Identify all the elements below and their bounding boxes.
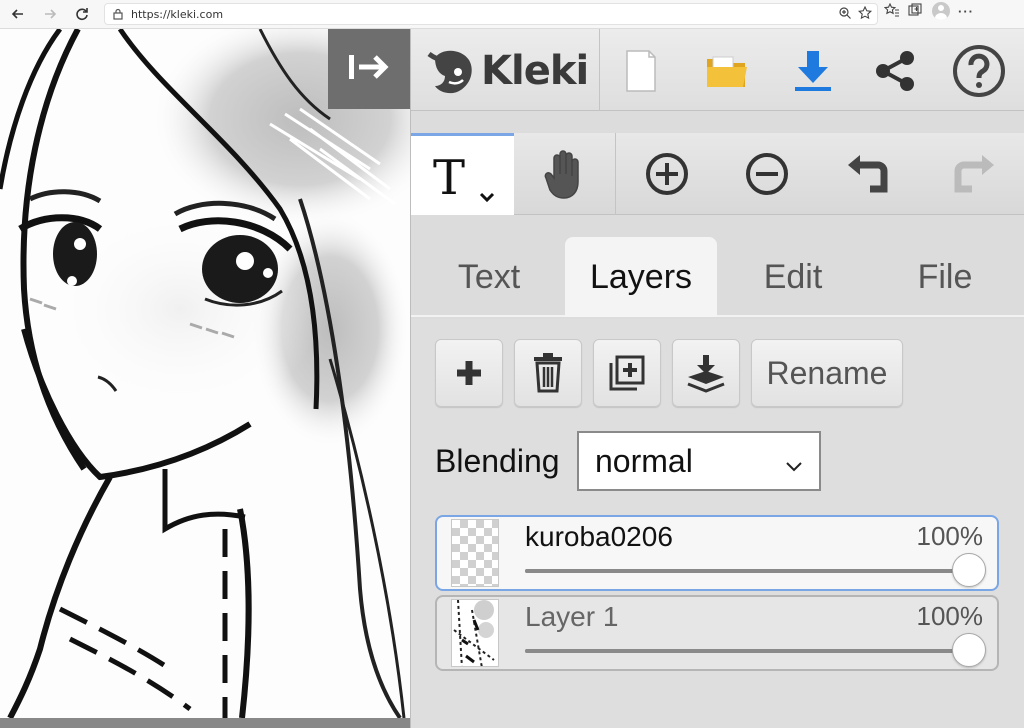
tab-text[interactable]: Text: [413, 237, 565, 317]
new-image-icon: [626, 50, 656, 92]
zoom-out-button[interactable]: [717, 133, 817, 215]
refresh-icon[interactable]: [66, 0, 98, 28]
tab-layers[interactable]: Layers: [565, 237, 717, 317]
toggle-panel-button[interactable]: [328, 29, 410, 109]
blending-value: normal: [595, 442, 693, 479]
layer-name: Layer 1: [525, 601, 619, 632]
app-name: Kleki: [481, 48, 589, 94]
tool-panel: Kleki T Text Layers Edit File Rename Ble…: [410, 29, 1024, 728]
forward-icon[interactable]: [34, 0, 66, 28]
opacity-fill: [525, 569, 969, 573]
tool-divider: [615, 133, 616, 215]
opacity-slider[interactable]: [525, 649, 969, 653]
back-icon[interactable]: [2, 0, 34, 28]
duplicate-layer-button[interactable]: [593, 339, 661, 407]
app-header: Kleki: [411, 29, 1024, 111]
chevron-down-icon: [783, 449, 805, 486]
rename-layer-button[interactable]: Rename: [751, 339, 903, 407]
hand-tool-icon: [544, 150, 579, 199]
undo-icon: [848, 155, 888, 193]
layers-panel: Rename Blending normal kuroba0206 100% L…: [411, 319, 1024, 728]
text-tool-button[interactable]: T: [411, 133, 514, 215]
merge-layer-button[interactable]: [672, 339, 740, 407]
undo-button[interactable]: [817, 133, 921, 215]
merge-down-icon: [687, 355, 725, 393]
download-button[interactable]: [783, 41, 843, 101]
lock-icon: [105, 8, 131, 20]
help-icon: [953, 45, 1005, 97]
layer-opacity: 100%: [916, 521, 984, 551]
tab-edit[interactable]: Edit: [717, 237, 869, 317]
tab-file[interactable]: File: [869, 237, 1021, 317]
add-layer-button[interactable]: [435, 339, 503, 407]
trash-icon: [534, 353, 562, 393]
zoom-in-icon: [646, 153, 688, 195]
header-divider: [599, 29, 600, 111]
favorites-icon[interactable]: [883, 2, 900, 20]
layer-thumbnail: [451, 599, 499, 667]
redo-button[interactable]: [921, 133, 1024, 215]
opacity-slider-knob[interactable]: [952, 553, 986, 587]
browser-toolbar: https://kleki.com ···: [0, 0, 1024, 29]
help-button[interactable]: [949, 41, 1009, 101]
url-text: https://kleki.com: [131, 7, 224, 21]
layer-name: kuroba0206: [525, 521, 673, 552]
blending-label: Blending: [435, 443, 560, 479]
profile-avatar[interactable]: [932, 2, 950, 20]
drawing-canvas[interactable]: [0, 29, 410, 718]
download-icon: [795, 51, 831, 91]
layer-thumbnail: [451, 519, 499, 587]
open-image-button[interactable]: [697, 41, 757, 101]
plus-icon: [457, 361, 481, 385]
zoom-out-icon: [746, 153, 788, 195]
app-logo: Kleki: [427, 41, 589, 101]
favorite-star-icon[interactable]: [857, 5, 873, 23]
opacity-fill: [525, 649, 969, 653]
share-button[interactable]: [865, 41, 925, 101]
tool-bar: T: [411, 133, 1024, 215]
canvas-scroll-track: [0, 718, 410, 728]
duplicate-icon: [609, 355, 645, 391]
address-bar[interactable]: https://kleki.com: [104, 3, 878, 25]
layer-opacity: 100%: [916, 601, 984, 631]
blending-select[interactable]: normal: [577, 431, 821, 491]
more-options-icon[interactable]: ···: [958, 4, 974, 19]
kleki-logo-icon: [427, 50, 472, 94]
layer-row[interactable]: kuroba0206 100%: [435, 515, 999, 591]
open-folder-icon: [707, 56, 747, 87]
delete-layer-button[interactable]: [514, 339, 582, 407]
share-icon: [876, 51, 914, 91]
zoom-icon[interactable]: [838, 6, 852, 23]
opacity-slider-knob[interactable]: [952, 633, 986, 667]
redo-icon: [954, 155, 994, 193]
collapse-arrow-icon: [345, 49, 393, 90]
hand-tool-button[interactable]: [514, 133, 614, 215]
zoom-in-button[interactable]: [617, 133, 717, 215]
collections-icon[interactable]: [908, 2, 924, 20]
canvas-artwork: [0, 29, 410, 718]
text-tool-icon: T: [433, 150, 494, 206]
new-image-button[interactable]: [611, 41, 671, 101]
svg-text:T: T: [433, 150, 465, 206]
panel-tabs: Text Layers Edit File: [411, 237, 1024, 317]
opacity-slider[interactable]: [525, 569, 969, 573]
layer-row[interactable]: Layer 1 100%: [435, 595, 999, 671]
